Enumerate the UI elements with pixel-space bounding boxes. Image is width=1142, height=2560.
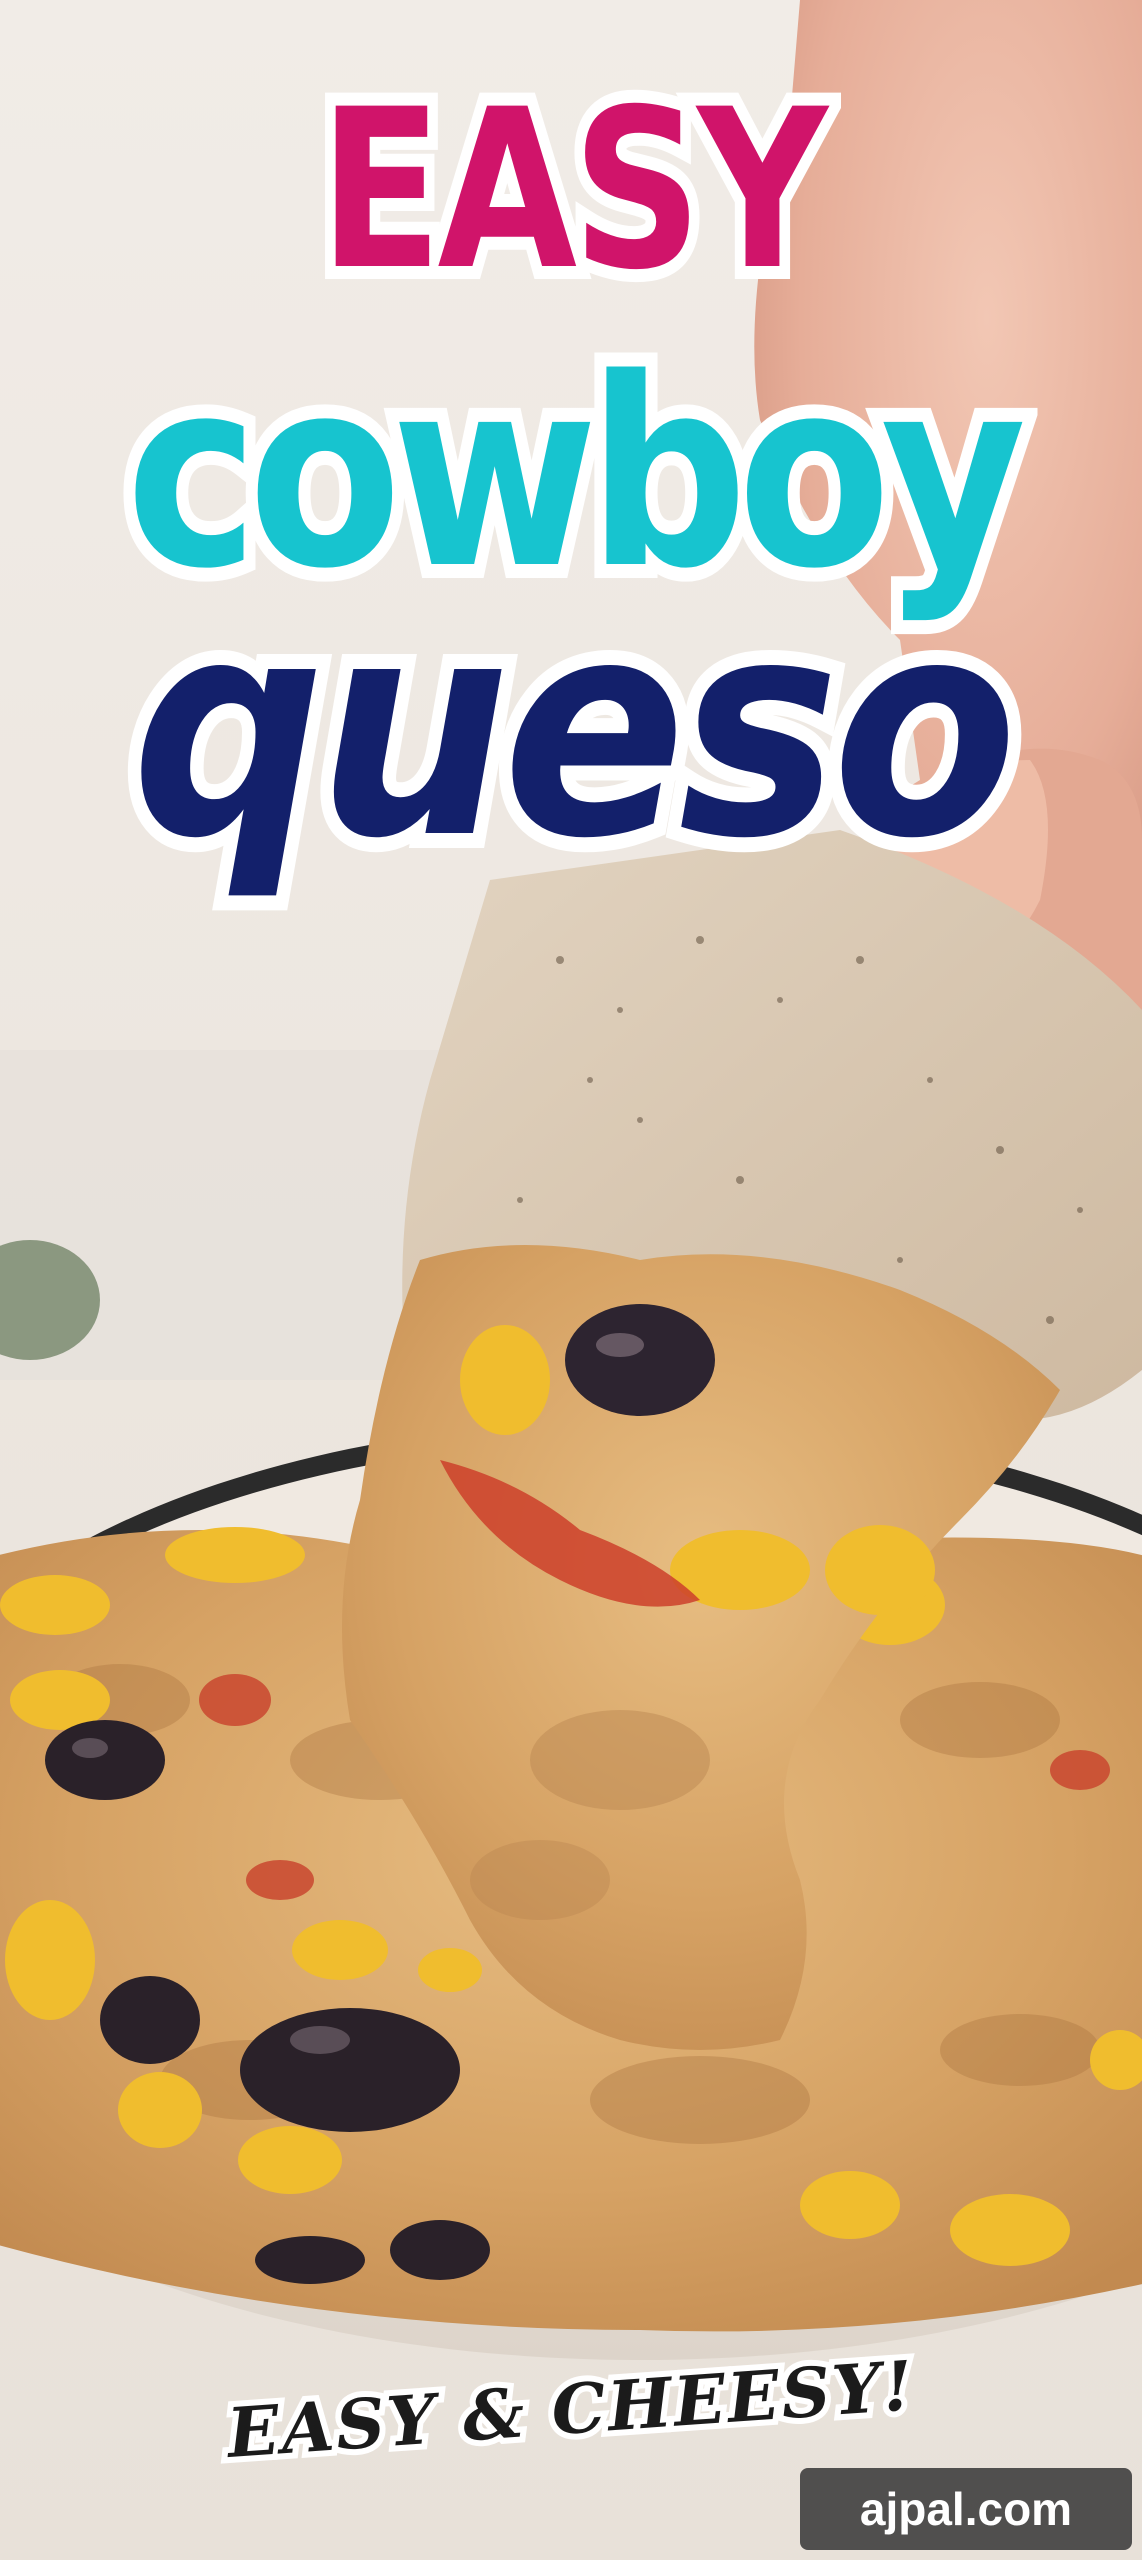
watermark-text: ajpal.com [859, 2483, 1073, 2535]
title-line-easy: EASY [308, 62, 838, 318]
watermark-badge: ajpal.com [800, 2468, 1132, 2550]
title-line-queso: queso [118, 555, 1031, 904]
